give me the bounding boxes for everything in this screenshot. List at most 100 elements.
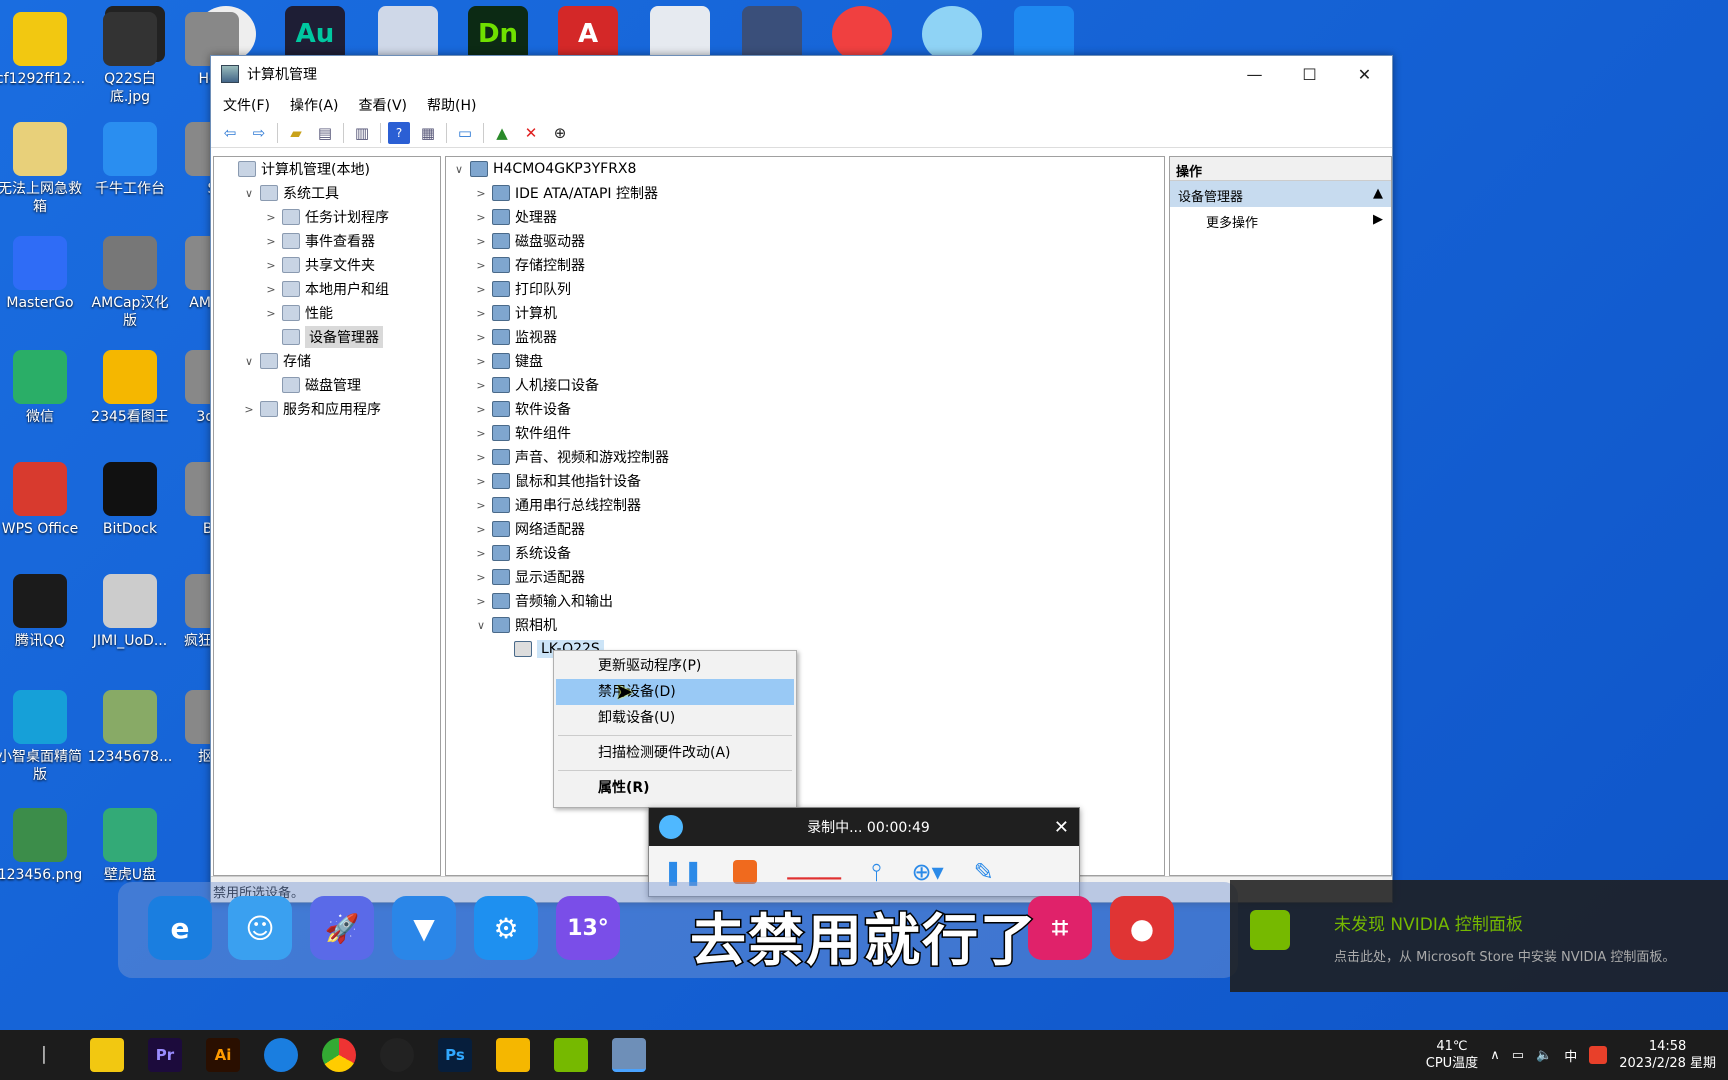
context-menu-item[interactable]: 禁用设备(D) bbox=[556, 679, 794, 705]
desktop-shortcut[interactable]: 小智桌面精简版 bbox=[0, 690, 84, 784]
back-icon[interactable]: ⇦ bbox=[219, 122, 241, 144]
device-tree-item[interactable]: > 软件设备 bbox=[446, 397, 1164, 421]
more-actions-item[interactable]: 更多操作 ▶ bbox=[1170, 207, 1391, 233]
desktop-shortcut[interactable]: BitDock bbox=[86, 462, 174, 538]
expand-toggle-icon[interactable]: > bbox=[472, 379, 490, 392]
expand-toggle-icon[interactable]: > bbox=[472, 523, 490, 536]
device-tree-item[interactable]: > 存储控制器 bbox=[446, 253, 1164, 277]
expand-toggle-icon[interactable]: ∨ bbox=[240, 187, 258, 200]
collapse-icon[interactable]: ▲ bbox=[1373, 186, 1383, 202]
edge-icon[interactable] bbox=[264, 1038, 298, 1072]
nav-tree-item[interactable]: 磁盘管理 bbox=[214, 373, 440, 397]
app-icon[interactable] bbox=[922, 6, 982, 62]
expand-toggle-icon[interactable]: ∨ bbox=[450, 163, 468, 176]
app-icon[interactable] bbox=[742, 6, 802, 62]
expand-toggle-icon[interactable]: > bbox=[472, 355, 490, 368]
menu-file[interactable]: 文件(F) bbox=[223, 95, 270, 115]
network-icon[interactable]: ▭ bbox=[1512, 1048, 1524, 1063]
maximize-button[interactable]: ☐ bbox=[1282, 56, 1337, 92]
device-tree-item[interactable]: ∨ 照相机 bbox=[446, 613, 1164, 637]
device-tree-item[interactable]: > 网络适配器 bbox=[446, 517, 1164, 541]
desktop-shortcut[interactable]: 千牛工作台 bbox=[86, 122, 174, 198]
forward-icon[interactable]: ⇨ bbox=[248, 122, 270, 144]
disable-device-icon[interactable]: ⊕ bbox=[549, 122, 571, 144]
desktop-shortcut[interactable]: 微信 bbox=[0, 350, 84, 426]
close-button[interactable]: ✕ bbox=[1337, 56, 1392, 92]
actions-section-device-manager[interactable]: 设备管理器 ▲ bbox=[1170, 181, 1391, 207]
device-tree-item[interactable]: > 通用串行总线控制器 bbox=[446, 493, 1164, 517]
cpu-temp-widget[interactable]: 41℃ CPU温度 bbox=[1426, 1038, 1478, 1072]
downloads-icon[interactable]: ▼ bbox=[392, 896, 456, 960]
audition-icon[interactable]: Au bbox=[285, 6, 345, 62]
device-tree-item[interactable]: > 系统设备 bbox=[446, 541, 1164, 565]
desktop-shortcut[interactable]: Q22S白底.jpg bbox=[86, 12, 174, 106]
device-tree-item[interactable]: > 软件组件 bbox=[446, 421, 1164, 445]
photoshop-icon[interactable]: Ps bbox=[438, 1038, 472, 1072]
nav-tree-item[interactable]: > 事件查看器 bbox=[214, 229, 440, 253]
device-tree-item[interactable]: > IDE ATA/ATAPI 控制器 bbox=[446, 181, 1164, 205]
illustrator-icon[interactable]: Ai bbox=[206, 1038, 240, 1072]
finder-icon[interactable]: ☺ bbox=[228, 896, 292, 960]
update-driver-icon[interactable]: ▲ bbox=[491, 122, 513, 144]
device-tree-item[interactable]: > 处理器 bbox=[446, 205, 1164, 229]
expand-toggle-icon[interactable]: ∨ bbox=[240, 355, 258, 368]
nav-tree-item[interactable]: > 服务和应用程序 bbox=[214, 397, 440, 421]
expand-toggle-icon[interactable]: > bbox=[240, 403, 258, 416]
ime-indicator[interactable]: 中 bbox=[1564, 1046, 1577, 1065]
device-tree-item[interactable]: > 人机接口设备 bbox=[446, 373, 1164, 397]
window-titlebar[interactable]: 计算机管理 — ☐ ✕ bbox=[211, 56, 1392, 92]
nav-tree-item[interactable]: ∨ 系统工具 bbox=[214, 181, 440, 205]
device-tree-item[interactable]: > 磁盘驱动器 bbox=[446, 229, 1164, 253]
uninstall-icon[interactable]: ✕ bbox=[520, 122, 542, 144]
expand-toggle-icon[interactable]: > bbox=[472, 595, 490, 608]
expand-toggle-icon[interactable]: > bbox=[472, 475, 490, 488]
expand-toggle-icon[interactable]: > bbox=[472, 211, 490, 224]
desktop-shortcut[interactable]: 12345678... bbox=[86, 690, 174, 766]
computer-management-task-icon[interactable] bbox=[612, 1038, 646, 1072]
context-menu-item[interactable]: 卸载设备(U) bbox=[556, 705, 794, 731]
file-explorer-icon[interactable] bbox=[90, 1038, 124, 1072]
expand-toggle-icon[interactable]: > bbox=[472, 403, 490, 416]
desktop-shortcut[interactable]: WPS Office bbox=[0, 462, 84, 538]
clock[interactable]: 14:58 2023/2/28 星期 bbox=[1619, 1038, 1716, 1072]
menu-view[interactable]: 查看(V) bbox=[359, 95, 408, 115]
app-icon[interactable] bbox=[832, 6, 892, 62]
expand-toggle-icon[interactable]: > bbox=[472, 499, 490, 512]
expand-toggle-icon[interactable]: > bbox=[472, 235, 490, 248]
desktop-shortcut[interactable]: 2345看图王 bbox=[86, 350, 174, 426]
expand-toggle-icon[interactable]: > bbox=[472, 427, 490, 440]
nav-tree-item[interactable]: > 本地用户和组 bbox=[214, 277, 440, 301]
app-icon[interactable] bbox=[650, 6, 710, 62]
nav-tree-item[interactable]: 设备管理器 bbox=[214, 325, 440, 349]
device-tree-item[interactable]: > 计算机 bbox=[446, 301, 1164, 325]
device-tree-item[interactable]: > 键盘 bbox=[446, 349, 1164, 373]
show-hide-tree-icon[interactable]: ▤ bbox=[314, 122, 336, 144]
qq-icon[interactable] bbox=[380, 1038, 414, 1072]
export-list-icon[interactable]: ▥ bbox=[351, 122, 373, 144]
dimension-icon[interactable]: Dn bbox=[468, 6, 528, 62]
up-folder-icon[interactable]: ▰ bbox=[285, 122, 307, 144]
computer-management-window[interactable]: 计算机管理 — ☐ ✕ 文件(F) 操作(A) 查看(V) 帮助(H) ⇦ ⇨ … bbox=[210, 55, 1393, 903]
device-tree-item[interactable]: > 显示适配器 bbox=[446, 565, 1164, 589]
launchpad-icon[interactable]: 🚀 bbox=[310, 896, 374, 960]
expand-toggle-icon[interactable]: > bbox=[472, 571, 490, 584]
chrome-icon[interactable] bbox=[322, 1038, 356, 1072]
expand-toggle-icon[interactable]: > bbox=[472, 259, 490, 272]
nav-tree-item[interactable]: > 任务计划程序 bbox=[214, 205, 440, 229]
context-menu[interactable]: 更新驱动程序(P) 禁用设备(D) 卸载设备(U) 扫描检测硬件改动(A) 属性(R) bbox=[553, 650, 797, 808]
settings-gear-icon[interactable]: ⚙ bbox=[474, 896, 538, 960]
device-tree-item[interactable]: > 音频输入和输出 bbox=[446, 589, 1164, 613]
nav-tree-item[interactable]: ∨ 存储 bbox=[214, 349, 440, 373]
app-icon[interactable] bbox=[1014, 6, 1074, 62]
expand-toggle-icon[interactable]: > bbox=[262, 235, 280, 248]
nav-tree-item[interactable]: > 性能 bbox=[214, 301, 440, 325]
device-tree-item[interactable]: > 监视器 bbox=[446, 325, 1164, 349]
autocad-icon[interactable]: A bbox=[558, 6, 618, 62]
scan-hardware-icon[interactable]: ▭ bbox=[454, 122, 476, 144]
desktop-shortcut[interactable]: 无法上网急救箱 bbox=[0, 122, 84, 216]
desktop-shortcut[interactable]: MasterGo bbox=[0, 236, 84, 312]
desktop-shortcut[interactable]: JIMI_UoD... bbox=[86, 574, 174, 650]
help-icon[interactable]: ? bbox=[388, 121, 410, 144]
expand-toggle-icon[interactable]: > bbox=[472, 307, 490, 320]
desktop-shortcut[interactable]: 壁虎U盘 bbox=[86, 808, 174, 884]
